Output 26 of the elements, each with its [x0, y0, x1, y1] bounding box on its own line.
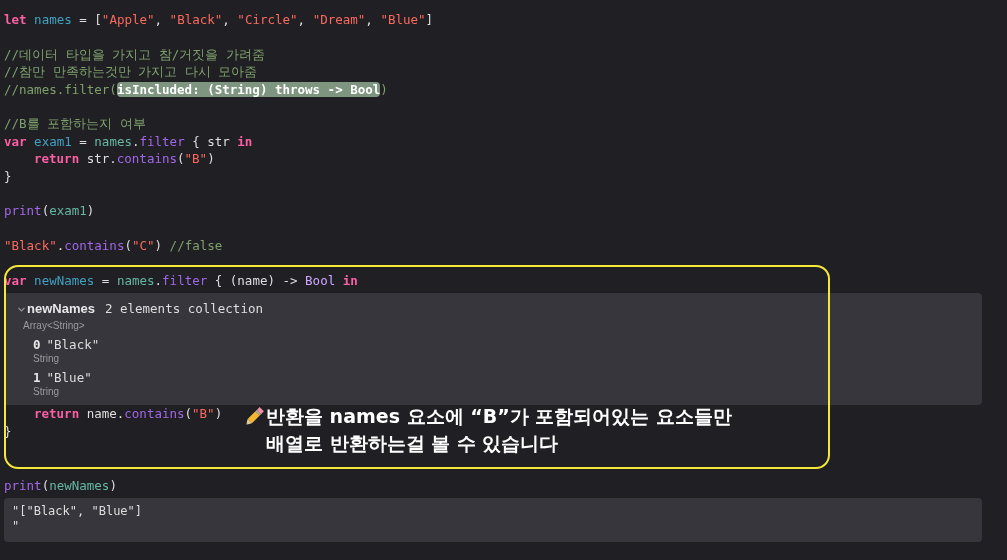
code-line: var exam1 = names.filter { str in [4, 132, 253, 151]
element-index: 1 [33, 369, 41, 386]
code-line: var newNames = names.filter { (name) -> Bool in [4, 271, 358, 290]
type-label: String [33, 352, 60, 365]
code-line: //데이터 타입을 가지고 참/거짓을 가려줌 [4, 45, 265, 64]
code-line: print(exam1) [4, 202, 95, 220]
code-line: let names = ["Apple", "Black", "Circle", "Dream", "Blue"] [4, 11, 434, 29]
type-label: String [33, 385, 60, 398]
value-summary: 2 elements collection [104, 299, 263, 318]
annotation-text: 반환을 names 요소에 “B”가 포함되어있는 요소들만 배열로 반환하는걸 볼 수 있습니다 [266, 403, 732, 456]
type-label: Array<String> [23, 318, 85, 332]
code-line: //B를 포함하는지 여부 [4, 115, 146, 133]
element-value: "Blue" [46, 369, 92, 386]
code-line: return str.contains("B") [33, 150, 215, 168]
code-line: } [4, 167, 12, 185]
element-index: 0 [33, 336, 41, 353]
code-line: //names.filter(isIncluded: (String) throws -> Bool) [4, 80, 388, 98]
code-line: //참만 만족하는것만 가지고 다시 모아줌 [4, 63, 258, 81]
variable-name: newNames [27, 300, 95, 319]
pencil-icon [243, 405, 265, 428]
element-value: "Black" [46, 336, 100, 353]
code-line: print(newNames) [4, 477, 117, 495]
code-line: "Black".contains("C") //false [4, 237, 223, 255]
output-panel: "["Black", "Blue"] " [4, 498, 982, 543]
chevron-icon[interactable] [18, 306, 25, 312]
code-line: return name.contains("B") [33, 405, 223, 423]
